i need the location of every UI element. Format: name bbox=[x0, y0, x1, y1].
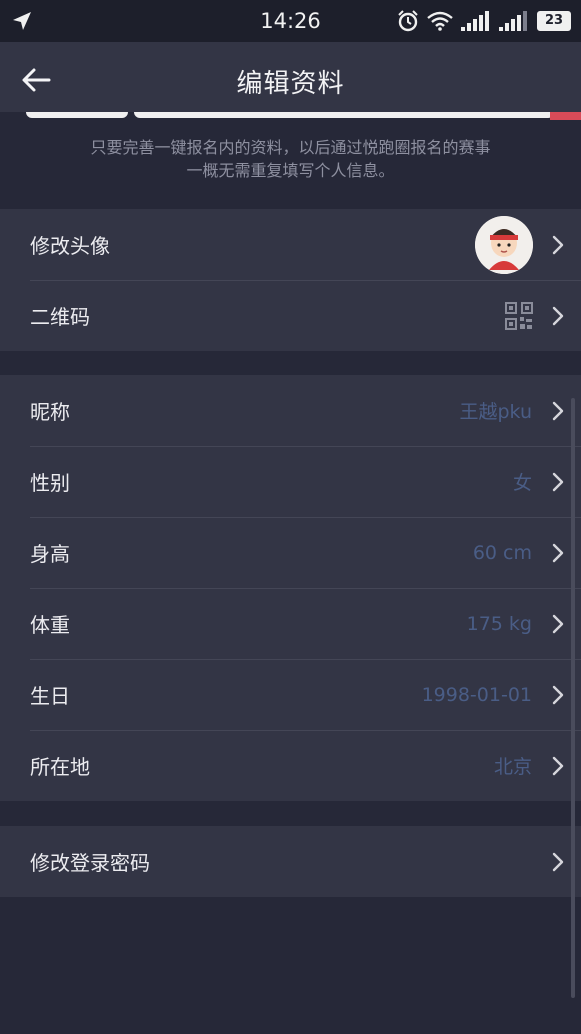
row-value: 女 bbox=[512, 472, 532, 494]
profile-group: 修改头像 二维码 bbox=[0, 209, 581, 351]
info-group: 昵称 王越pku 性别 女 身高 60 cm 体重 175 kg 生日 1998… bbox=[0, 375, 581, 801]
alarm-icon bbox=[398, 10, 418, 32]
row-location[interactable]: 所在地 北京 bbox=[0, 730, 581, 801]
chevron-right-icon bbox=[552, 543, 564, 562]
scrolled-input-edge bbox=[0, 112, 581, 120]
row-value: 175 kg bbox=[466, 612, 532, 635]
page-title: 编辑资料 bbox=[236, 69, 345, 99]
scrollbar[interactable] bbox=[571, 398, 575, 998]
status-bar: 14:26 23 bbox=[0, 0, 581, 42]
notice-line: 一概无需重复填写个人信息。 bbox=[186, 161, 395, 180]
chevron-right-icon bbox=[552, 401, 564, 420]
chevron-right-icon bbox=[552, 852, 564, 871]
status-icons: 23 bbox=[397, 8, 571, 34]
row-label: 身高 bbox=[30, 542, 70, 566]
row-value: 王越pku bbox=[459, 401, 532, 423]
row-label: 体重 bbox=[30, 613, 70, 637]
chevron-right-icon bbox=[552, 685, 564, 704]
red-accent bbox=[550, 112, 581, 120]
row-qrcode[interactable]: 二维码 bbox=[0, 280, 581, 351]
chevron-right-icon bbox=[552, 756, 564, 775]
input-edge bbox=[134, 112, 554, 118]
signal-icon bbox=[461, 11, 489, 31]
row-avatar[interactable]: 修改头像 bbox=[0, 209, 581, 280]
row-label: 性别 bbox=[30, 471, 70, 495]
row-label: 所在地 bbox=[30, 755, 90, 779]
input-edge bbox=[26, 112, 128, 118]
chevron-right-icon bbox=[552, 235, 564, 254]
row-label: 昵称 bbox=[30, 400, 70, 424]
notice-line: 只要完善一键报名内的资料，以后通过悦跑圈报名的赛事 bbox=[90, 138, 491, 157]
password-group: 修改登录密码 bbox=[0, 826, 581, 897]
row-gender[interactable]: 性别 女 bbox=[0, 446, 581, 517]
chevron-right-icon bbox=[552, 306, 564, 325]
notice-text: 只要完善一键报名内的资料，以后通过悦跑圈报名的赛事 一概无需重复填写个人信息。 bbox=[0, 136, 581, 182]
row-birthday[interactable]: 生日 1998-01-01 bbox=[0, 659, 581, 730]
row-height[interactable]: 身高 60 cm bbox=[0, 517, 581, 588]
qrcode-icon bbox=[505, 301, 533, 330]
row-change-password[interactable]: 修改登录密码 bbox=[0, 826, 581, 897]
row-value: 60 cm bbox=[472, 541, 532, 564]
row-label: 生日 bbox=[30, 684, 70, 708]
row-value: 北京 bbox=[493, 756, 532, 778]
row-value: 1998-01-01 bbox=[421, 683, 532, 706]
row-label: 二维码 bbox=[30, 305, 90, 329]
row-label: 修改登录密码 bbox=[30, 851, 150, 875]
battery-icon: 23 bbox=[537, 11, 571, 31]
chevron-right-icon bbox=[552, 472, 564, 491]
row-weight[interactable]: 体重 175 kg bbox=[0, 588, 581, 659]
row-nickname[interactable]: 昵称 王越pku bbox=[0, 375, 581, 446]
screen: 14:26 23 编辑资料 只要完善一键报名内的资料，以后通过悦跑圈报名的赛事 … bbox=[0, 0, 581, 1034]
wifi-icon bbox=[427, 11, 453, 31]
avatar bbox=[475, 216, 533, 274]
signal-icon bbox=[499, 11, 527, 31]
chevron-right-icon bbox=[552, 614, 564, 633]
title-bar: 编辑资料 bbox=[0, 42, 581, 116]
row-label: 修改头像 bbox=[30, 234, 110, 258]
